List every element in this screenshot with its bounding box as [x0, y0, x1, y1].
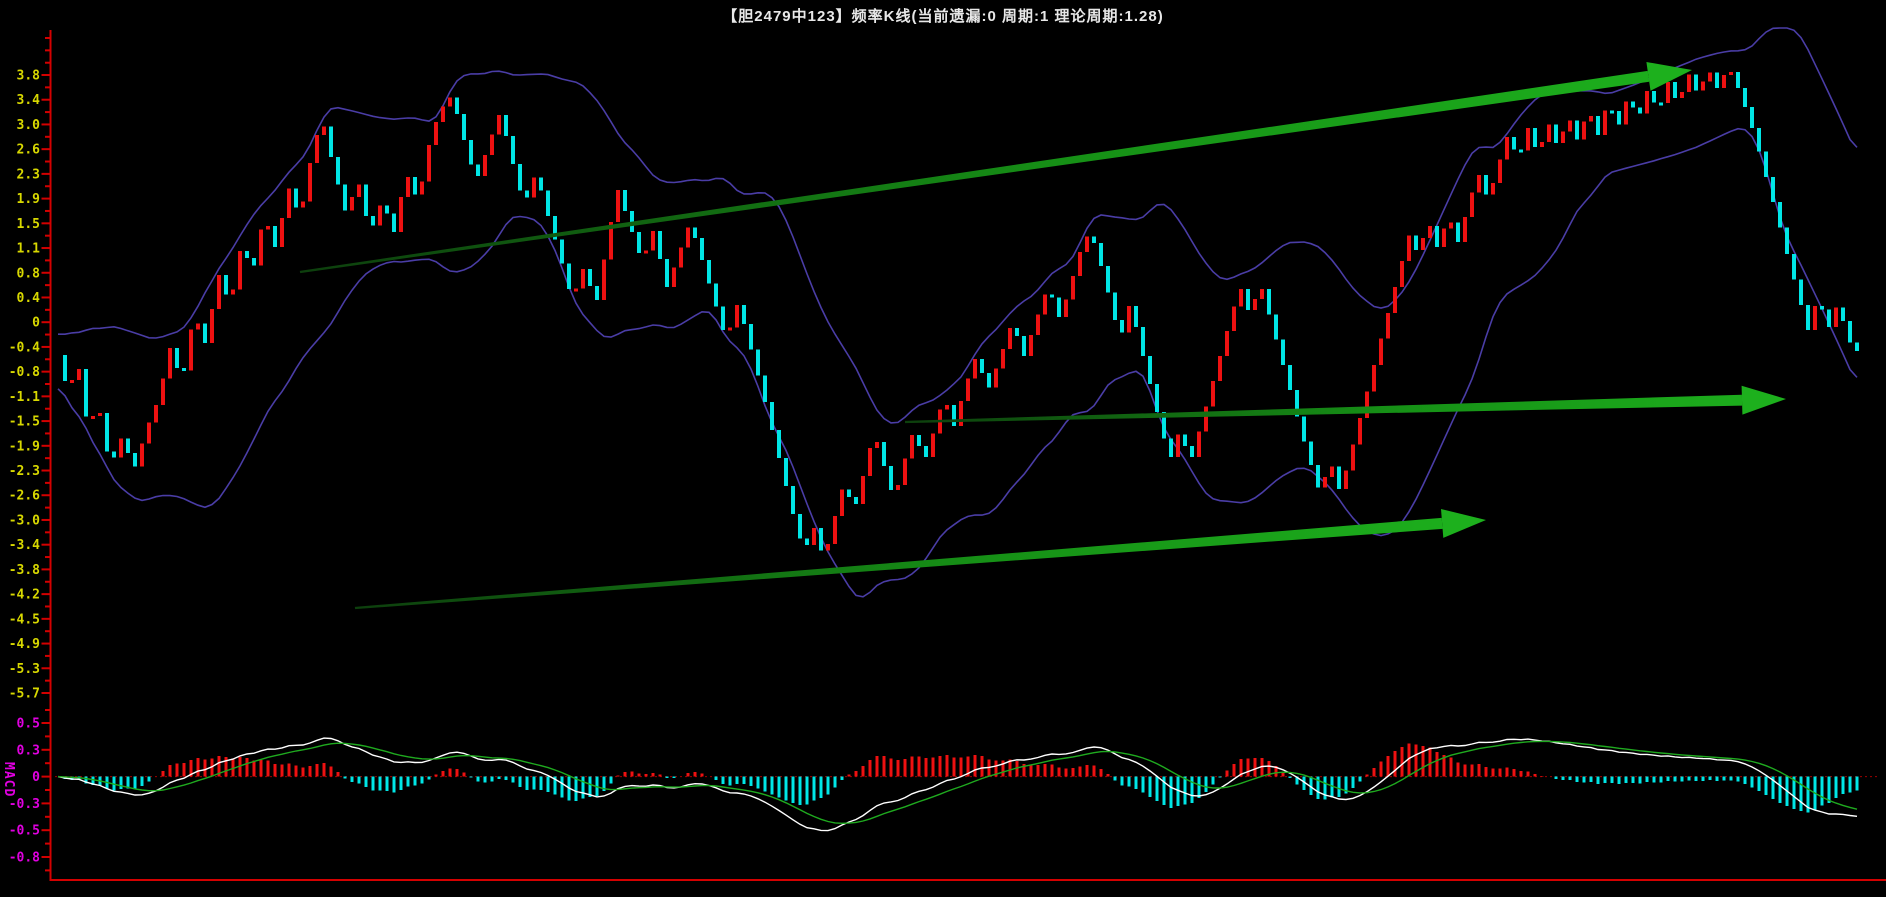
chart-area[interactable]: 3.8 3.4 3.0 2.6 2.3 1.9 1.5 1.1 0.8 0.4 0 -0.4 -0.8 -… — [0, 0, 1886, 897]
price-axis-label: 0 — [32, 316, 40, 331]
macd-axis-label: 0.3 — [17, 743, 40, 758]
price-axis-label: -0.8 — [9, 365, 40, 380]
price-axis-label: 1.1 — [17, 242, 41, 257]
macd-axis-label: 0.5 — [17, 717, 40, 732]
price-axis-label: -0.4 — [9, 340, 40, 355]
price-axis-label: -1.9 — [9, 439, 40, 454]
price-axis-label: -1.5 — [9, 415, 40, 430]
macd-histogram — [63, 743, 1859, 813]
macd-axis-label: -0.3 — [9, 797, 40, 812]
axis-labels: 3.8 3.4 3.0 2.6 2.3 1.9 1.5 1.1 0.8 0.4 0 -0.4 -0.8 -… — [9, 69, 40, 866]
lower-trend-arrow — [354, 517, 1443, 610]
upper-trend-arrow — [299, 70, 1650, 274]
price-axis-label: -3.0 — [9, 513, 40, 528]
price-axis-label: -4.5 — [9, 612, 40, 627]
macd-lines — [57, 737, 1858, 832]
price-axis-label: -1.1 — [9, 390, 40, 405]
price-axis-label: -2.6 — [9, 489, 40, 504]
macd-axis-label: -0.8 — [9, 851, 40, 866]
bollinger-bands — [57, 27, 1858, 598]
kline-bars — [63, 71, 1859, 551]
middle-trend-arrow-head — [1741, 385, 1786, 415]
trend-arrows — [299, 62, 1786, 610]
price-axis-label: 2.3 — [17, 167, 40, 182]
macd-axis-label: -0.5 — [9, 824, 40, 839]
price-axis-label: -4.9 — [9, 637, 40, 652]
price-axis-label: 3.4 — [17, 93, 41, 108]
price-axis-label: 0.4 — [17, 291, 41, 306]
price-axis-label: -3.8 — [9, 563, 40, 578]
macd-axis-label: 0 — [32, 770, 40, 785]
macd-dea-line — [57, 740, 1858, 825]
price-axis-label: 1.5 — [17, 217, 40, 232]
price-axis-label: 2.6 — [17, 143, 41, 158]
price-axis-label: -3.4 — [9, 538, 40, 553]
price-axis-label: -4.2 — [9, 588, 40, 603]
lower-trend-arrow-head — [1441, 509, 1486, 538]
price-axis-label: 0.8 — [17, 266, 41, 281]
app-window: 【胆2479中123】频率K线(当前遗漏:0 周期:1 理论周期:1.28) M… — [0, 0, 1886, 897]
price-axis-label: -5.7 — [9, 687, 40, 702]
macd-dif-line — [57, 737, 1858, 832]
middle-trend-arrow — [905, 394, 1743, 424]
price-axis-label: 1.9 — [17, 192, 40, 207]
price-axis-label: -2.3 — [9, 464, 40, 479]
price-axis-label: -5.3 — [9, 662, 40, 677]
price-axis-label: 3.0 — [17, 118, 41, 133]
price-axis-label: 3.8 — [17, 69, 41, 84]
